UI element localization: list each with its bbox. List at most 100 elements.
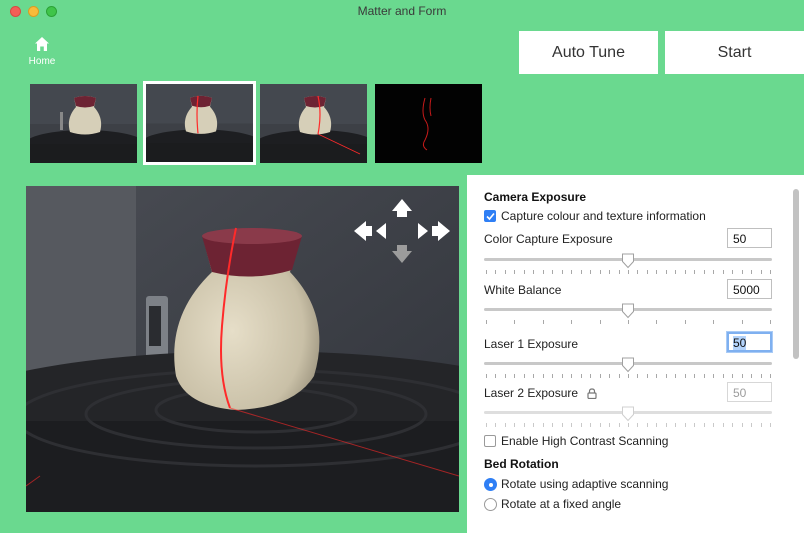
camera-pan-controls — [352, 197, 452, 265]
rotate-fixed-label: Rotate at a fixed angle — [501, 497, 622, 511]
slider-tick — [542, 320, 544, 324]
slider-tick — [665, 374, 667, 378]
slider-tick — [552, 423, 554, 427]
slider-ticks — [486, 320, 771, 324]
slider-tick — [580, 423, 582, 427]
slider-tick — [495, 374, 497, 378]
slider-tick — [665, 423, 667, 427]
white-balance-slider[interactable] — [484, 303, 772, 325]
vase-laser-preview-image — [146, 84, 253, 162]
slider-tick — [599, 374, 601, 378]
slider-tick — [722, 374, 724, 378]
slider-tick — [628, 374, 629, 378]
slider-tick — [770, 320, 771, 324]
slider-tick — [741, 374, 743, 378]
slider-tick — [618, 374, 620, 378]
camera-exposure-heading: Camera Exposure — [484, 190, 587, 204]
white-balance-field[interactable]: 5000 — [727, 279, 772, 299]
slider-tick — [523, 423, 525, 427]
slider-tick — [703, 423, 705, 427]
slider-tick — [514, 423, 516, 427]
slider-tick — [571, 423, 573, 427]
color-capture-exposure-slider[interactable] — [484, 253, 772, 275]
slider-tick — [523, 374, 525, 378]
lock-icon[interactable] — [587, 388, 598, 399]
rotate-fixed-radio[interactable] — [484, 497, 497, 511]
arrow-down-icon — [392, 245, 412, 263]
panel-scrollbar[interactable] — [793, 181, 801, 531]
rotate-adaptive-label: Rotate using adaptive scanning — [501, 477, 669, 491]
slider-tick — [599, 423, 601, 427]
home-icon — [35, 37, 49, 51]
color-capture-exposure-field[interactable]: 50 — [727, 228, 772, 248]
slider-tick — [751, 270, 753, 274]
slider-knob[interactable] — [621, 303, 635, 319]
slider-tick — [770, 374, 771, 378]
slider-tick — [675, 423, 677, 427]
slider-tick — [656, 374, 658, 378]
slider-tick — [533, 270, 535, 274]
panel-scrollbar-thumb[interactable] — [793, 189, 799, 359]
slider-tick — [609, 270, 611, 274]
thumbnail-color[interactable] — [30, 84, 137, 163]
slider-tick — [514, 320, 516, 324]
arrow-up-icon — [392, 199, 412, 217]
window-title: Matter and Form — [357, 4, 447, 18]
slider-tick — [542, 423, 544, 427]
home-button[interactable]: Home — [22, 36, 62, 67]
slider-tick — [684, 423, 686, 427]
high-contrast-checkbox-row[interactable]: Enable High Contrast Scanning — [484, 434, 668, 448]
bed-rotation-heading: Bed Rotation — [484, 457, 559, 471]
slider-tick — [684, 320, 686, 324]
start-button[interactable]: Start — [665, 31, 804, 74]
title-bar: Matter and Form — [0, 0, 804, 22]
slider-tick — [533, 423, 535, 427]
slider-tick — [713, 320, 715, 324]
slider-tick — [703, 374, 705, 378]
rotate-adaptive-radio[interactable] — [484, 477, 497, 491]
slider-knob[interactable] — [621, 357, 635, 373]
thumbnail-laser-1[interactable] — [143, 81, 256, 165]
slider-tick — [684, 270, 686, 274]
capture-colour-checkbox[interactable] — [484, 210, 496, 222]
slider-knob[interactable] — [621, 253, 635, 269]
white-balance-label: White Balance — [484, 283, 562, 297]
slider-tick — [561, 423, 563, 427]
thumbnail-laser-2[interactable] — [260, 84, 367, 163]
laser-1-exposure-slider[interactable] — [484, 357, 772, 379]
slider-tick — [514, 374, 516, 378]
laser-2-exposure-row-label: Laser 2 Exposure — [484, 386, 598, 400]
laser-2-exposure-slider — [484, 406, 772, 428]
slider-tick — [486, 374, 487, 378]
slider-tick — [732, 270, 734, 274]
thumbnail-laser-profile[interactable] — [375, 84, 482, 163]
slider-tick — [486, 320, 487, 324]
high-contrast-checkbox[interactable] — [484, 435, 496, 447]
slider-tick — [713, 374, 715, 378]
slider-tick — [637, 270, 639, 274]
slider-tick — [561, 270, 563, 274]
slider-tick — [561, 374, 563, 378]
checkmark-icon — [485, 212, 495, 220]
slider-tick — [486, 423, 487, 427]
slider-tick — [571, 270, 573, 274]
slider-tick — [732, 423, 734, 427]
slider-tick — [552, 270, 554, 274]
slider-tick — [722, 270, 724, 274]
slider-tick — [760, 423, 762, 427]
capture-colour-label: Capture colour and texture information — [501, 209, 706, 223]
slider-knob[interactable] — [621, 406, 635, 422]
slider-tick — [760, 270, 762, 274]
slider-tick — [495, 423, 497, 427]
auto-tune-button[interactable]: Auto Tune — [519, 31, 658, 74]
laser-1-exposure-label: Laser 1 Exposure — [484, 337, 579, 351]
slider-tick — [637, 423, 639, 427]
capture-colour-checkbox-row[interactable]: Capture colour and texture information — [484, 209, 706, 223]
laser-1-exposure-field[interactable]: 50 — [727, 332, 772, 352]
slider-tick — [542, 374, 544, 378]
slider-tick — [675, 374, 677, 378]
rotate-adaptive-radio-row[interactable]: Rotate using adaptive scanning — [484, 477, 668, 491]
slider-tick — [732, 374, 734, 378]
slider-tick — [533, 374, 535, 378]
rotate-fixed-radio-row[interactable]: Rotate at a fixed angle — [484, 497, 621, 511]
